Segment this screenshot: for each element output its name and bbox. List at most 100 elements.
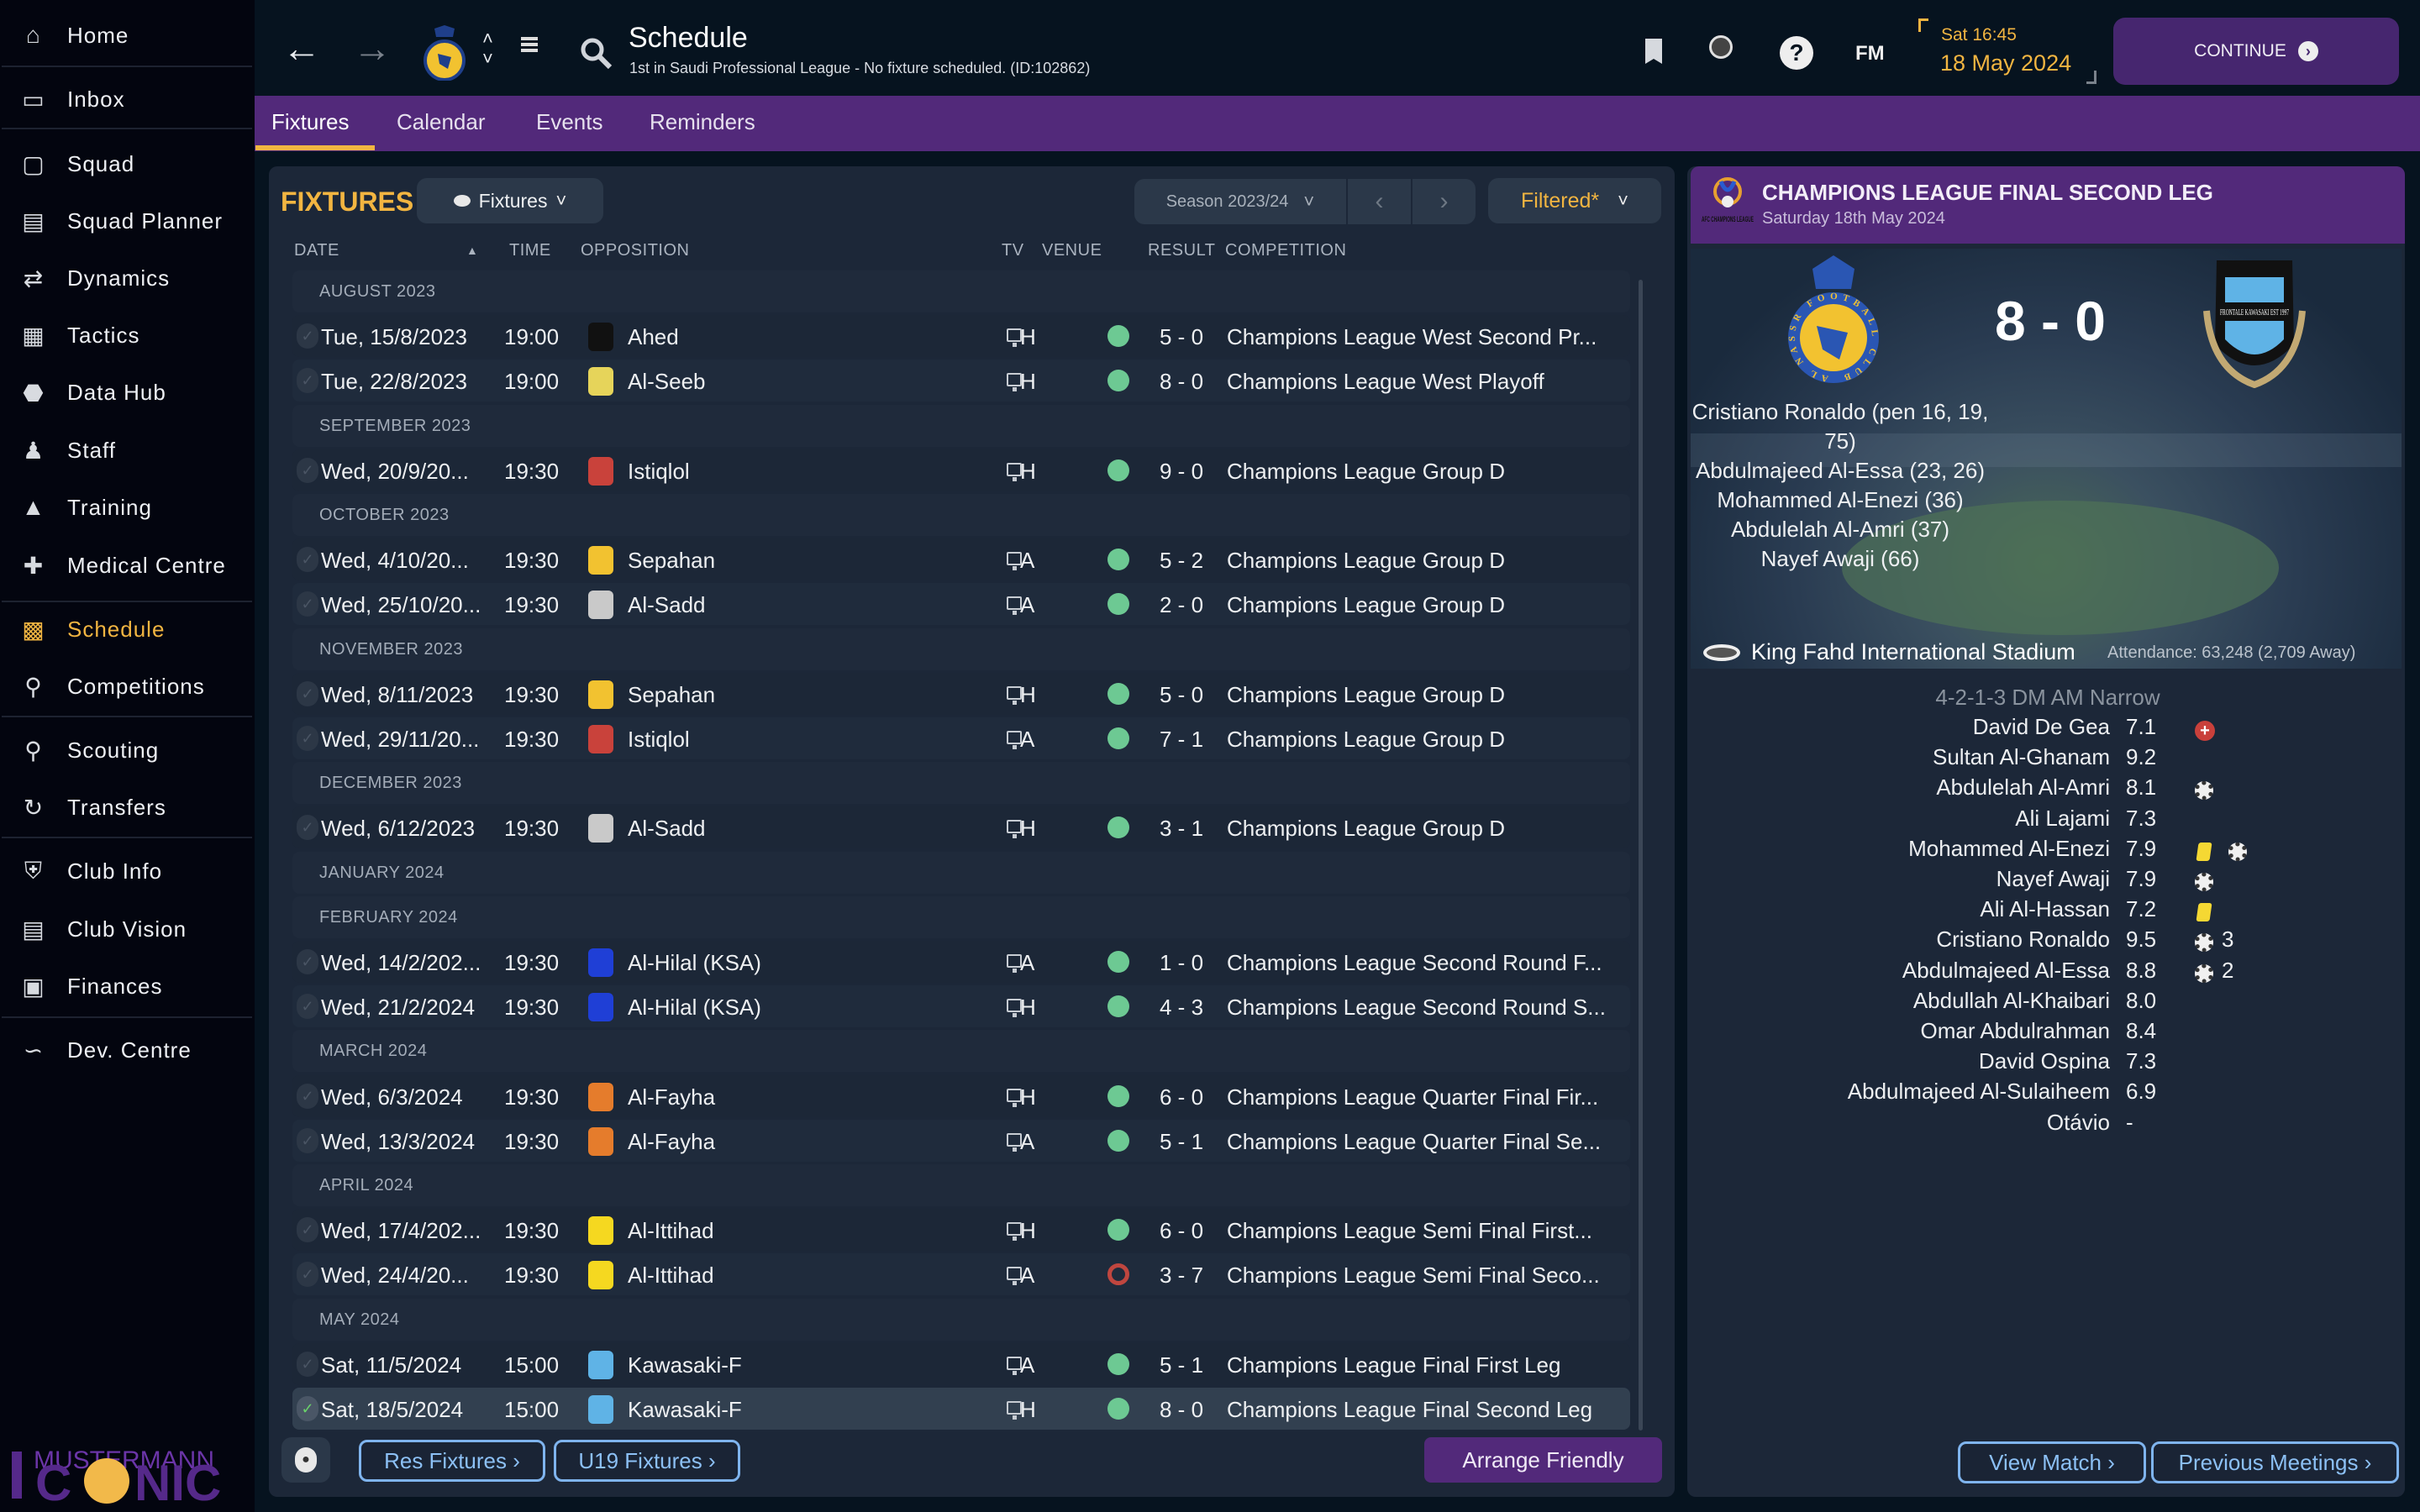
fixture-score[interactable]: 5 - 1: [1160, 1129, 1203, 1155]
fixture-score[interactable]: 2 - 0: [1160, 592, 1203, 618]
sort-ascending-icon[interactable]: ▲: [466, 244, 478, 257]
fixture-score[interactable]: 7 - 1: [1160, 727, 1203, 753]
fixture-competition[interactable]: Champions League Semi Final First...: [1227, 1218, 1592, 1244]
tab-reminders[interactable]: Reminders: [650, 109, 755, 135]
squad-selector-button[interactable]: ●: [281, 1437, 330, 1483]
fixture-row[interactable]: ✓ Wed, 20/9/20... 19:30 Istiqlol H 9 - 0 Champ…: [292, 449, 1630, 491]
column-header-tv[interactable]: TV: [1002, 241, 1024, 260]
season-dropdown[interactable]: Season 2023/24 ˅: [1134, 179, 1346, 224]
sidebar-item-home[interactable]: ⌂ Home: [0, 10, 255, 60]
fixture-row[interactable]: ✓ Wed, 4/10/20... 19:30 Sepahan A 5 - 2 Champi…: [292, 538, 1630, 581]
fixture-row[interactable]: ✓ Wed, 8/11/2023 19:30 Sepahan H 5 - 0 Champio…: [292, 672, 1630, 715]
opponent-name[interactable]: Al-Ittihad: [628, 1263, 714, 1289]
sidebar-item-club-info[interactable]: ⛨ Club Info: [0, 846, 255, 896]
res-fixtures-button[interactable]: Res Fixtures ›: [359, 1440, 545, 1482]
player-name[interactable]: Abdullah Al-Khaibari: [1913, 988, 2110, 1014]
fixture-competition[interactable]: Champions League Quarter Final Fir...: [1227, 1084, 1598, 1110]
player-name[interactable]: Cristiano Ronaldo: [1936, 927, 2110, 953]
fixture-score[interactable]: 8 - 0: [1160, 369, 1203, 395]
column-header-result[interactable]: RESULT: [1148, 241, 1215, 260]
opponent-name[interactable]: Kawasaki-F: [628, 1397, 742, 1423]
fixture-competition[interactable]: Champions League Group D: [1227, 682, 1505, 708]
player-name[interactable]: Abdulelah Al-Amri: [1936, 774, 2110, 801]
fixture-row[interactable]: ✓ Wed, 6/12/2023 19:30 Al-Sadd H 3 - 1 Champio…: [292, 806, 1630, 849]
fixture-row[interactable]: ✓ Tue, 15/8/2023 19:00 Ahed H 5 - 0 Champions …: [292, 315, 1630, 358]
sidebar-item-finances[interactable]: ▣ Finances: [0, 961, 255, 1011]
sidebar-item-schedule[interactable]: ▩ Schedule: [0, 604, 255, 654]
fixture-competition[interactable]: Champions League Group D: [1227, 727, 1505, 753]
fm-logo[interactable]: FM: [1855, 42, 1885, 66]
opponent-name[interactable]: Istiqlol: [628, 459, 690, 485]
fixture-score[interactable]: 6 - 0: [1160, 1084, 1203, 1110]
fixture-competition[interactable]: Champions League Second Round S...: [1227, 995, 1606, 1021]
player-name[interactable]: Ali Lajami: [2015, 806, 2110, 832]
fixture-score[interactable]: 5 - 1: [1160, 1352, 1203, 1378]
fixture-competition[interactable]: Champions League Quarter Final Se...: [1227, 1129, 1601, 1155]
sidebar-item-transfers[interactable]: ↻ Transfers: [0, 782, 255, 832]
sidebar-item-scouting[interactable]: ⚲ Scouting: [0, 725, 255, 775]
fixture-row[interactable]: ✓ Wed, 6/3/2024 19:30 Al-Fayha H 6 - 0 Champio…: [292, 1074, 1630, 1117]
player-name[interactable]: Abdulmajeed Al-Essa: [1902, 958, 2110, 984]
sidebar-item-squad-planner[interactable]: ▤ Squad Planner: [0, 196, 255, 246]
tab-calendar[interactable]: Calendar: [397, 109, 486, 135]
opponent-name[interactable]: Istiqlol: [628, 727, 690, 753]
continue-button[interactable]: CONTINUE ›: [2113, 18, 2399, 85]
player-name[interactable]: Sultan Al-Ghanam: [1933, 744, 2110, 770]
opponent-name[interactable]: Al-Hilal (KSA): [628, 950, 761, 976]
fixture-score[interactable]: 5 - 0: [1160, 682, 1203, 708]
fixture-competition[interactable]: Champions League Second Round F...: [1227, 950, 1602, 976]
opponent-name[interactable]: Al-Fayha: [628, 1084, 715, 1110]
column-header-venue[interactable]: VENUE: [1042, 241, 1102, 260]
fixture-competition[interactable]: Champions League Group D: [1227, 548, 1505, 574]
player-name[interactable]: Ali Al-Hassan: [1980, 896, 2110, 922]
next-season-button[interactable]: ›: [1413, 179, 1476, 224]
column-header-opposition[interactable]: OPPOSITION: [581, 241, 689, 260]
fixture-score[interactable]: 1 - 0: [1160, 950, 1203, 976]
sidebar-item-data-hub[interactable]: ⬣ Data Hub: [0, 367, 255, 417]
opponent-name[interactable]: Sepahan: [628, 682, 715, 708]
tab-events[interactable]: Events: [536, 109, 603, 135]
fixture-row[interactable]: ✓ Wed, 24/4/20... 19:30 Al-Ittihad A 3 - 7 Cha…: [292, 1253, 1630, 1296]
tab-fixtures[interactable]: Fixtures: [271, 109, 349, 135]
menu-icon[interactable]: [521, 37, 538, 52]
sidebar-item-squad[interactable]: ▢ Squad: [0, 139, 255, 189]
fixture-competition[interactable]: Champions League Final First Leg: [1227, 1352, 1560, 1378]
opponent-name[interactable]: Al-Ittihad: [628, 1218, 714, 1244]
fixture-row[interactable]: ✓ Sat, 18/5/2024 15:00 Kawasaki-F H 8 - 0 Cham…: [292, 1388, 1630, 1430]
sidebar-item-tactics[interactable]: ▦ Tactics: [0, 310, 255, 360]
opponent-name[interactable]: Al-Fayha: [628, 1129, 715, 1155]
search-icon[interactable]: [580, 37, 613, 75]
fixture-score[interactable]: 4 - 3: [1160, 995, 1203, 1021]
club-crest-icon[interactable]: [423, 25, 466, 81]
player-name[interactable]: Nayef Awaji: [1996, 866, 2110, 892]
sidebar-item-dev-centre[interactable]: ∽ Dev. Centre: [0, 1025, 255, 1075]
opponent-name[interactable]: Al-Sadd: [628, 816, 706, 842]
fixture-competition[interactable]: Champions League West Second Pr...: [1227, 324, 1597, 350]
opponent-name[interactable]: Kawasaki-F: [628, 1352, 742, 1378]
fixtures-view-dropdown[interactable]: Fixtures ˅: [417, 178, 603, 223]
opponent-name[interactable]: Al-Seeb: [628, 369, 706, 395]
player-name[interactable]: Abdulmajeed Al-Sulaiheem: [1848, 1079, 2110, 1105]
fixture-score[interactable]: 5 - 2: [1160, 548, 1203, 574]
player-name[interactable]: Omar Abdulrahman: [1921, 1018, 2110, 1044]
column-header-competition[interactable]: COMPETITION: [1225, 241, 1346, 260]
fixture-row[interactable]: ✓ Sat, 11/5/2024 15:00 Kawasaki-F A 5 - 1 Cham…: [292, 1342, 1630, 1385]
fixture-row[interactable]: ✓ Wed, 17/4/202... 19:30 Al-Ittihad H 6 - 0 Ch…: [292, 1209, 1630, 1252]
previous-season-button[interactable]: ‹: [1348, 179, 1411, 224]
forward-arrow-icon[interactable]: →: [353, 25, 392, 71]
view-match-button[interactable]: View Match ›: [1958, 1441, 2146, 1483]
fixture-competition[interactable]: Champions League Group D: [1227, 592, 1505, 618]
help-icon[interactable]: ?: [1780, 36, 1813, 70]
fixture-score[interactable]: 3 - 7: [1160, 1263, 1203, 1289]
fixture-competition[interactable]: Champions League Group D: [1227, 816, 1505, 842]
fixture-competition[interactable]: Champions League Group D: [1227, 459, 1505, 485]
player-name[interactable]: David Ospina: [1979, 1048, 2110, 1074]
fixture-row[interactable]: ✓ Tue, 22/8/2023 19:00 Al-Seeb H 8 - 0 Champio…: [292, 360, 1630, 402]
fixture-competition[interactable]: Champions League West Playoff: [1227, 369, 1544, 395]
back-arrow-icon[interactable]: ←: [282, 25, 321, 71]
globe-icon[interactable]: [1709, 35, 1733, 59]
fixture-score[interactable]: 8 - 0: [1160, 1397, 1203, 1423]
arrange-friendly-button[interactable]: Arrange Friendly: [1424, 1437, 1662, 1483]
fixture-competition[interactable]: Champions League Semi Final Seco...: [1227, 1263, 1600, 1289]
fixture-score[interactable]: 3 - 1: [1160, 816, 1203, 842]
